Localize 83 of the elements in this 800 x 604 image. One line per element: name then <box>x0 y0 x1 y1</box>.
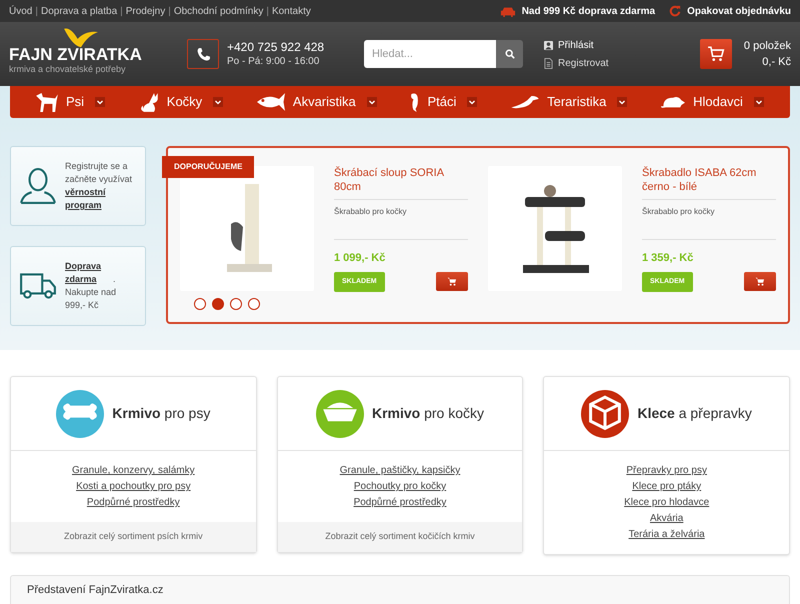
product-title[interactable]: Škrabadlo ISABA 62cm černo - bílé <box>642 166 776 200</box>
cart-total: 0,- Kč <box>762 55 791 70</box>
category-link[interactable]: Klece pro ptáky <box>632 479 702 494</box>
separator: | <box>266 4 269 18</box>
top-link[interactable]: Doprava a platba <box>40 4 118 18</box>
separator: | <box>168 4 171 18</box>
top-right-link[interactable]: Nad 999 Kč doprava zdarma <box>500 4 656 18</box>
promo-text: Doprava zdarma . Nakupte nad 999,- Kč <box>65 260 118 312</box>
category-link[interactable]: Terária a želvária <box>628 527 705 542</box>
nav-item[interactable]: Psi <box>36 92 106 112</box>
category-link[interactable]: Pochoutky pro kočky <box>354 479 446 494</box>
category-link[interactable]: Kosti a pochoutky pro psy <box>76 479 191 494</box>
cart-icon <box>707 46 725 62</box>
cart-icon <box>447 276 457 286</box>
cart-icon <box>755 276 765 286</box>
cart-item-count: 0 položek <box>744 39 791 54</box>
category-title[interactable]: Klece a přepravky <box>637 403 752 424</box>
category-icon <box>581 390 630 438</box>
logo-tagline: krmiva a chovatelské potřeby <box>9 64 127 75</box>
category-title[interactable]: Krmivo pro psy <box>112 403 210 424</box>
phone-number[interactable]: +420 725 922 428 <box>227 39 324 55</box>
product-subtitle: Škrabablo pro kočky <box>334 200 468 240</box>
product-price: 1 359,- Kč <box>642 251 694 266</box>
animal-icon <box>256 93 285 111</box>
animal-icon <box>511 96 540 108</box>
cart-button[interactable] <box>700 39 732 69</box>
separator: | <box>35 4 38 18</box>
nav-item[interactable]: Hlodavci <box>661 92 764 112</box>
account-link[interactable]: Přihlásit <box>544 38 700 52</box>
nav-item[interactable]: Kočky <box>138 92 224 112</box>
search-field[interactable]: Hledat... <box>364 40 496 68</box>
product-title[interactable]: Škrábací sloup SORIA 80cm <box>334 166 468 200</box>
animal-icon <box>138 92 159 112</box>
caret-icon <box>366 97 377 107</box>
category-icon <box>316 390 364 438</box>
separator: | <box>120 4 123 18</box>
user-icon <box>544 40 553 50</box>
top-link[interactable]: Kontakty <box>272 4 311 18</box>
recommended-badge: DOPORUČUJEME <box>162 156 254 178</box>
promo-link[interactable]: věrnostní program <box>65 186 113 212</box>
animal-icon <box>36 92 58 112</box>
search-icon <box>504 49 514 59</box>
caret-icon <box>467 97 478 107</box>
category-icon <box>56 390 104 438</box>
logo-name[interactable]: FAJN ZVIRATKA <box>9 46 179 64</box>
product-price: 1 099,- Kč <box>334 251 386 266</box>
caret-icon <box>754 97 764 107</box>
category-footer-link[interactable]: Zobrazit celý sortiment kočičích krmiv <box>278 522 522 552</box>
product-subtitle: Škrabablo pro kočky <box>642 200 776 240</box>
search-button[interactable] <box>496 40 523 68</box>
top-right-link[interactable]: Opakovat objednávku <box>669 4 791 18</box>
caret-icon <box>617 97 628 107</box>
refresh-icon <box>669 5 682 17</box>
caret-icon <box>95 97 106 107</box>
add-to-cart-button[interactable] <box>436 272 468 290</box>
animal-icon <box>410 92 420 112</box>
category-link[interactable]: Granule, paštičky, kapsičky <box>340 463 460 478</box>
category-footer-link[interactable]: Zobrazit celý sortiment psích krmiv <box>11 522 256 552</box>
intro-title: Představení FajnZviratka.cz <box>27 583 164 598</box>
document-icon <box>544 58 553 68</box>
opening-hours: Po - Pá: 9:00 - 16:00 <box>227 55 320 69</box>
person-icon <box>19 167 57 205</box>
nav-item[interactable]: Akvaristika <box>256 92 377 112</box>
top-link[interactable]: Obchodní podmínky <box>174 4 264 18</box>
phone-icon <box>196 46 210 62</box>
category-title[interactable]: Krmivo pro kočky <box>372 403 484 424</box>
top-link[interactable]: Prodejny <box>126 4 166 18</box>
top-link[interactable]: Úvod <box>9 4 32 18</box>
add-to-cart-button[interactable] <box>744 272 776 290</box>
category-link[interactable]: Podpůrné prostředky <box>354 495 446 510</box>
nav-item[interactable]: Ptáci <box>410 92 478 112</box>
nav-item[interactable]: Teraristika <box>511 92 628 112</box>
promo-text: Registrujte se a začněte využívat věrnostní program <box>65 160 134 212</box>
category-link[interactable]: Akvária <box>650 511 684 526</box>
account-link[interactable]: Registrovat <box>544 56 700 70</box>
category-link[interactable]: Podpůrné prostředky <box>86 495 180 510</box>
caret-icon <box>213 97 224 107</box>
car-icon <box>500 6 516 16</box>
animal-icon <box>661 95 686 109</box>
promo-link[interactable]: Doprava zdarma <box>65 260 113 286</box>
category-link[interactable]: Přepravky pro psy <box>626 463 707 478</box>
category-link[interactable]: Granule, konzervy, salámky <box>72 463 195 478</box>
category-link[interactable]: Klece pro hlodavce <box>624 495 710 510</box>
